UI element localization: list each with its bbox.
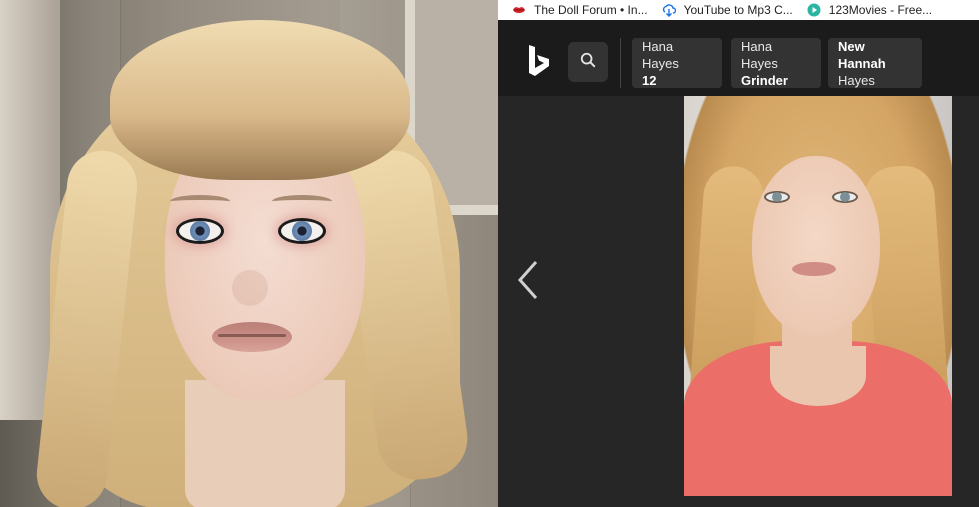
related-search-chip[interactable]: Hana Hayes Grinder — [731, 38, 821, 88]
photo-eye — [832, 191, 858, 203]
photo-eye — [764, 191, 790, 203]
related-search-chip[interactable]: Hana Hayes 12 — [632, 38, 722, 88]
character-hair-top — [110, 20, 410, 180]
chevron-left-icon — [514, 261, 542, 306]
bookmark-label: The Doll Forum • In... — [534, 3, 648, 17]
search-icon — [580, 52, 596, 73]
chip-line2: 12 — [642, 72, 657, 88]
play-circle-icon — [807, 3, 821, 17]
previous-image-button[interactable] — [514, 258, 542, 302]
bookmark-youtube-mp3[interactable]: YouTube to Mp3 C... — [662, 3, 793, 17]
bookmark-doll-forum[interactable]: The Doll Forum • In... — [512, 3, 648, 17]
character-nose — [232, 270, 268, 306]
bookmark-123movies[interactable]: 123Movies - Free... — [807, 3, 932, 17]
character-eyebrow — [272, 195, 332, 208]
photo-face — [752, 156, 880, 336]
related-search-chip[interactable]: New Hannah Hayes — [828, 38, 922, 88]
sims-character-image — [0, 0, 498, 507]
character-eyebrow — [170, 195, 230, 208]
bing-logo[interactable] — [526, 44, 552, 78]
chip-line1: New Hannah — [838, 38, 886, 71]
chip-line2: Hayes — [838, 72, 875, 88]
character-lips — [212, 322, 292, 352]
character-eye — [176, 218, 224, 244]
search-result-photo[interactable] — [684, 96, 952, 496]
photo-lips — [792, 262, 836, 276]
bookmarks-bar: The Doll Forum • In... YouTube to Mp3 C.… — [498, 0, 979, 20]
download-cloud-icon — [662, 3, 676, 17]
bookmark-label: YouTube to Mp3 C... — [683, 3, 793, 17]
header-divider — [620, 38, 621, 88]
lips-icon — [512, 3, 526, 17]
chip-line1: Hana Hayes — [741, 38, 778, 71]
search-button[interactable] — [568, 42, 608, 82]
chip-line2: Grinder — [741, 72, 788, 88]
bookmark-label: 123Movies - Free... — [828, 3, 933, 17]
character-eye — [278, 218, 326, 244]
photo-collar — [770, 346, 866, 406]
bing-header: Hana Hayes 12 Hana Hayes Grinder New Han… — [498, 20, 979, 96]
chip-line1: Hana Hayes — [642, 38, 679, 71]
